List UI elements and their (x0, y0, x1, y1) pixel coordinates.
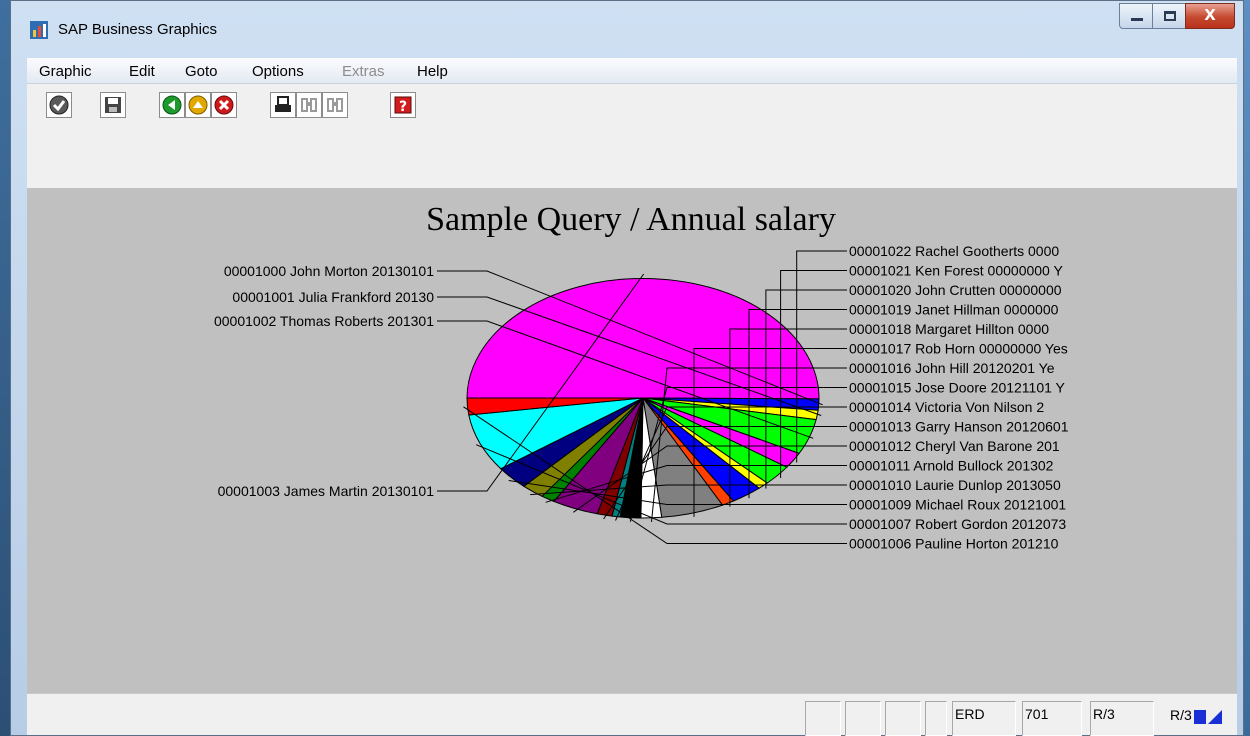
chart-area: Sample Query / Annual salary 00001003 Ja… (27, 188, 1237, 693)
slice-label: 00001020 John Crutten 00000000 (849, 282, 1062, 298)
chart-title: Sample Query / Annual salary (426, 201, 836, 238)
menu-edit[interactable]: Edit (129, 63, 155, 80)
help-button[interactable]: ? (390, 92, 416, 118)
close-button[interactable]: X (1185, 3, 1235, 29)
window-controls: X (1119, 3, 1235, 33)
slice-label: 00001016 John Hill 20120201 Ye (849, 360, 1055, 376)
slice-label: 00001009 Michael Roux 20121001 (849, 497, 1066, 513)
slice-label: 00001021 Ken Forest 00000000 Y (849, 263, 1063, 279)
save-button[interactable] (100, 92, 126, 118)
sap-graphics-window: SAP Business Graphics X Graphic Edit Got… (10, 0, 1244, 736)
status-flag-icon[interactable] (1194, 708, 1224, 726)
slice-label: 00001006 Pauline Horton 201210 (849, 536, 1059, 552)
menu-options[interactable]: Options (252, 63, 304, 80)
find-button[interactable] (296, 92, 322, 118)
status-field-4 (925, 701, 947, 736)
save-icon (105, 97, 121, 113)
help-icon: ? (394, 96, 412, 115)
print-button[interactable] (270, 92, 296, 118)
slice-label: 00001015 Jose Doore 20121101 Y (849, 380, 1066, 396)
cancel-icon (214, 95, 234, 115)
title-bar[interactable]: SAP Business Graphics X (11, 1, 1243, 57)
enter-icon (49, 95, 69, 115)
enter-button[interactable] (46, 92, 72, 118)
status-system-id: ERD (952, 701, 1016, 736)
slice-label: 00001022 Rachel Gootherts 0000 (849, 243, 1059, 259)
window-title: SAP Business Graphics (58, 21, 217, 38)
slice-label: 00001017 Rob Horn 00000000 Yes (849, 341, 1068, 357)
find-icon (301, 98, 317, 112)
find-next-icon (327, 98, 343, 112)
slice-label: 00001014 Victoria Von Nilson 2 (849, 399, 1044, 415)
slice-label: 00001019 Janet Hillman 0000000 (849, 302, 1059, 318)
status-system-label: R/3 (1170, 707, 1192, 723)
svg-text:?: ? (399, 99, 407, 115)
sap-graphics-app-icon (30, 21, 48, 39)
minimize-icon (1131, 18, 1143, 21)
menu-goto[interactable]: Goto (185, 63, 218, 80)
cancel-button[interactable] (211, 92, 237, 118)
slice-label: 00001011 Arnold Bullock 201302 (849, 458, 1054, 474)
slice-label: 00001018 Margaret Hillton 0000 (849, 321, 1049, 337)
status-server: R/3 (1090, 701, 1154, 736)
status-bar: ERD 701 R/3 R/3 (27, 693, 1237, 736)
application-toolbar: ? (27, 84, 1237, 188)
slice-label: 00001012 Cheryl Van Barone 201 (849, 438, 1060, 454)
menu-help[interactable]: Help (417, 63, 448, 80)
menu-bar: Graphic Edit Goto Options Extras Help (27, 58, 1237, 84)
slice-label: 00001010 Laurie Dunlop 2013050 (849, 477, 1061, 493)
slice-label: 00001001 Julia Frankford 20130 (232, 289, 434, 305)
status-field-1 (805, 701, 841, 736)
slice-label: 00001000 John Morton 20130101 (224, 263, 434, 279)
find-next-button[interactable] (322, 92, 348, 118)
back-icon (162, 95, 182, 115)
maximize-icon (1164, 11, 1176, 21)
minimize-button[interactable] (1119, 3, 1153, 29)
exit-button[interactable] (185, 92, 211, 118)
menu-extras[interactable]: Extras (342, 63, 385, 80)
exit-icon (188, 95, 208, 115)
slice-label: 00001002 Thomas Roberts 201301 (214, 313, 434, 329)
back-button[interactable] (159, 92, 185, 118)
slice-label: 00001013 Garry Hanson 20120601 (849, 419, 1069, 435)
close-icon: X (1204, 6, 1216, 24)
print-icon (275, 96, 291, 112)
pie-chart: Sample Query / Annual salary 00001003 Ja… (214, 201, 1069, 552)
client-area: Graphic Edit Goto Options Extras Help ? … (27, 58, 1237, 736)
slice-label: 00001007 Robert Gordon 2012073 (849, 516, 1066, 532)
menu-graphic[interactable]: Graphic (39, 63, 92, 80)
maximize-button[interactable] (1152, 3, 1186, 29)
status-field-2 (845, 701, 881, 736)
status-field-3 (885, 701, 921, 736)
status-client: 701 (1022, 701, 1082, 736)
slice-label: 00001003 James Martin 20130101 (218, 483, 435, 499)
